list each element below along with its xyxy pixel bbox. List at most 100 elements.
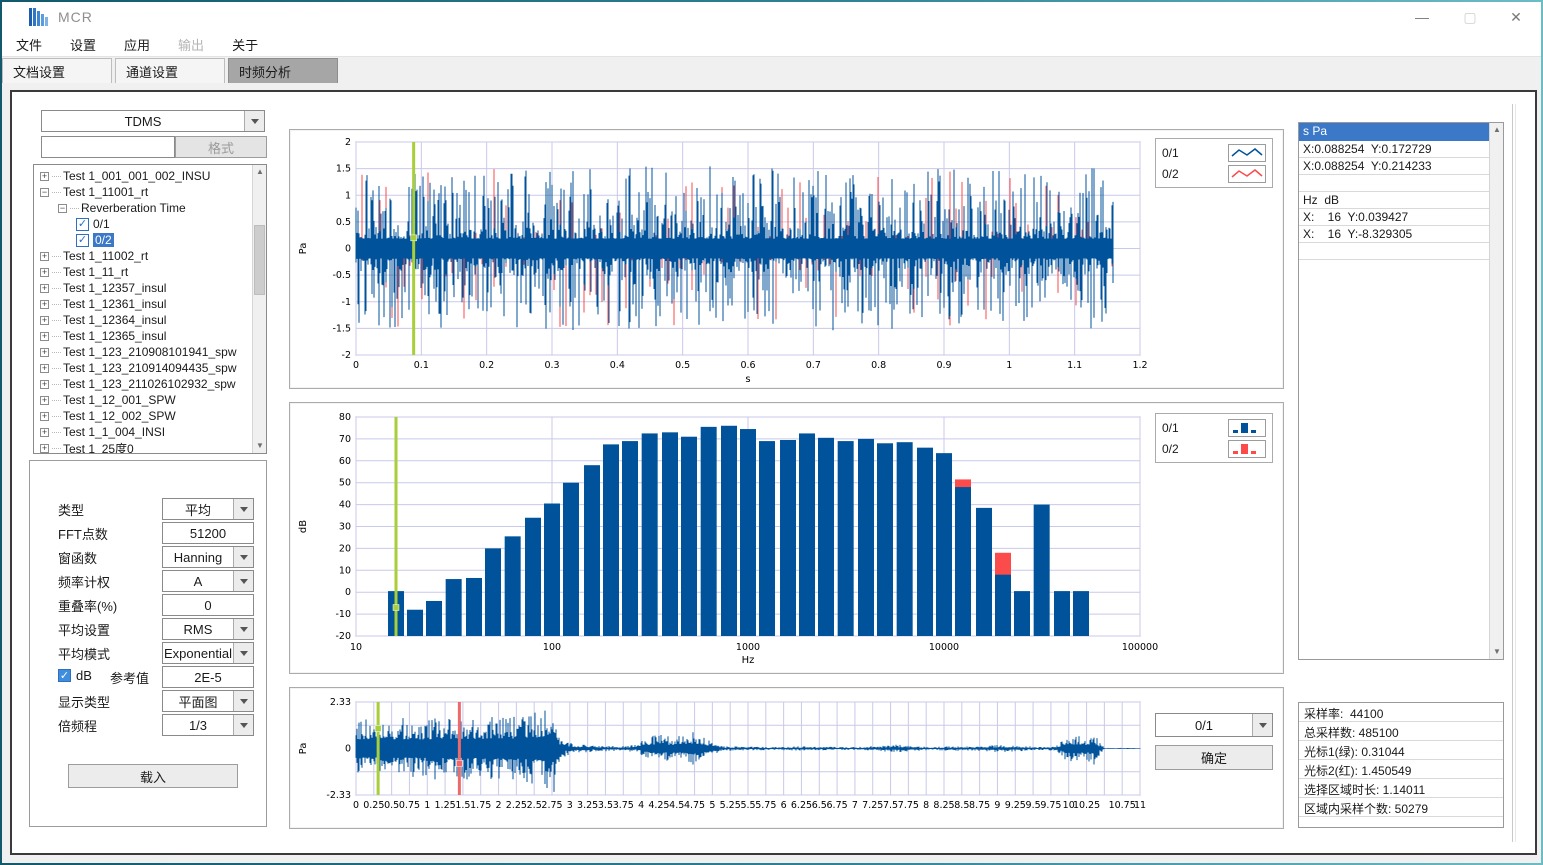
minimize-button[interactable]: — (1399, 2, 1445, 32)
tree-item-label: Test 1_123_211026102932_spw (63, 377, 236, 391)
cursor-panel-scrollbar[interactable]: ▲ ▼ (1489, 123, 1503, 659)
field-select[interactable]: 平均 (162, 498, 254, 520)
tab[interactable]: 通道设置 (115, 58, 225, 83)
tree-item[interactable]: +Test 1_123_210908101941_spw (36, 344, 251, 360)
tree-item[interactable]: ✓0/1 (36, 216, 251, 232)
expand-icon[interactable]: + (40, 284, 49, 293)
tree-item[interactable]: + Test 1_11002_rt (36, 248, 251, 264)
expand-icon[interactable]: + (40, 412, 49, 421)
chevron-down-icon[interactable] (233, 571, 253, 591)
scroll-up-icon[interactable]: ▲ (1490, 123, 1504, 137)
field-select[interactable]: Hanning (162, 546, 254, 568)
field-select[interactable]: 1/3 (162, 714, 254, 736)
expand-icon[interactable]: + (40, 380, 49, 389)
tree-item[interactable]: −Reverberation Time (36, 200, 251, 216)
time-waveform-chart[interactable]: 21.510.50-0.5-1-1.5-200.10.20.30.40.50.6… (289, 129, 1284, 389)
tab-bar: 文档设置通道设置时频分析 (2, 58, 1541, 83)
tree-item[interactable]: +Test 1_001_001_002_INSU (36, 168, 251, 184)
tree-scrollbar[interactable]: ▲ ▼ (252, 165, 266, 453)
tree-item[interactable]: +Test 1_12365_insul (36, 328, 251, 344)
svg-text:0.4: 0.4 (610, 360, 625, 371)
scroll-down-icon[interactable]: ▼ (1490, 645, 1504, 659)
tree-item[interactable]: +Test 1_12_001_SPW (36, 392, 251, 408)
panel-divider (1512, 104, 1516, 842)
cursor-panel-header[interactable]: s Pa (1299, 123, 1503, 141)
svg-text:1.25: 1.25 (435, 800, 456, 811)
chevron-down-icon[interactable] (233, 499, 253, 519)
expand-icon[interactable]: + (40, 300, 49, 309)
checkbox[interactable]: ✓ (76, 218, 89, 231)
field-select[interactable]: A (162, 570, 254, 592)
format-button[interactable]: 格式 (175, 136, 267, 158)
menu-item[interactable]: 设置 (56, 32, 110, 56)
scroll-up-icon[interactable]: ▲ (253, 165, 267, 179)
chevron-down-icon[interactable] (244, 111, 264, 131)
expand-icon[interactable]: + (40, 428, 49, 437)
overview-waveform-chart[interactable]: 2.330-2.3300.250.50.7511.251.51.7522.252… (289, 687, 1284, 829)
tree-item[interactable]: +Test 1_123_210914094435_spw (36, 360, 251, 376)
tree-item[interactable]: +Test 1_12357_insul (36, 280, 251, 296)
tree-item[interactable]: +Test 1_25度0 (36, 440, 251, 454)
tree-item[interactable]: +Test 1_12_002_SPW (36, 408, 251, 424)
svg-text:1.75: 1.75 (470, 800, 491, 811)
tab[interactable]: 文档设置 (2, 58, 112, 83)
chevron-down-icon[interactable] (233, 547, 253, 567)
tree-item[interactable]: +Test 1_12361_insul (36, 296, 251, 312)
tree-item[interactable]: −Test 1_11001_rt (36, 184, 251, 200)
tree-item[interactable]: ✓0/2 (36, 232, 251, 248)
chevron-down-icon[interactable] (233, 715, 253, 735)
collapse-icon[interactable]: − (58, 204, 67, 213)
chevron-down-icon[interactable] (233, 619, 253, 639)
tree-item[interactable]: +Test 1_11_rt (36, 264, 251, 280)
tree-item[interactable]: + Test 1_123_211026102932_spw (36, 376, 251, 392)
field-select[interactable]: RMS (162, 618, 254, 640)
field-select[interactable]: 平面图 (162, 690, 254, 712)
channel-select[interactable]: 0/1 (1155, 713, 1273, 737)
db-checkbox[interactable]: ✓ (58, 669, 71, 682)
chevron-down-icon[interactable] (233, 691, 253, 711)
svg-text:2.33: 2.33 (330, 697, 351, 708)
field-label: 倍频程 (58, 716, 97, 735)
legend-entry[interactable]: 0/2 (1162, 438, 1266, 459)
tab[interactable]: 时频分析 (228, 58, 338, 83)
maximize-button[interactable]: ▢ (1447, 2, 1493, 32)
expand-icon[interactable]: + (40, 268, 49, 277)
close-button[interactable]: ✕ (1493, 2, 1539, 32)
expand-icon[interactable]: + (40, 316, 49, 325)
app-logo-icon (28, 6, 50, 28)
field-select[interactable]: Exponential (162, 642, 254, 664)
tree-scroll-thumb[interactable] (254, 225, 265, 295)
svg-text:10.25: 10.25 (1073, 800, 1100, 811)
collapse-icon[interactable]: − (40, 188, 49, 197)
confirm-button[interactable]: 确定 (1155, 745, 1273, 770)
tree-item[interactable]: +Test 1_1_004_INSI (36, 424, 251, 440)
load-button[interactable]: 载入 (68, 764, 238, 788)
chevron-down-icon[interactable] (233, 643, 253, 663)
octave-spectrum-chart[interactable]: 80706050403020100-10-2010100100010000100… (289, 402, 1284, 674)
expand-icon[interactable]: + (40, 332, 49, 341)
tree-item-label: Test 1_11002_rt (63, 249, 148, 263)
scroll-down-icon[interactable]: ▼ (253, 439, 267, 453)
legend-entry[interactable]: 0/2 (1162, 163, 1266, 184)
expand-icon[interactable]: + (40, 364, 49, 373)
expand-icon[interactable]: + (40, 444, 49, 453)
menu-item[interactable]: 应用 (110, 32, 164, 56)
menu-item[interactable]: 关于 (218, 32, 272, 56)
checkbox[interactable]: ✓ (76, 234, 89, 247)
legend-entry[interactable]: 0/1 (1162, 142, 1266, 163)
expand-icon[interactable]: + (40, 396, 49, 405)
legend-entry[interactable]: 0/1 (1162, 417, 1266, 438)
expand-icon[interactable]: + (40, 172, 49, 181)
format-input[interactable] (41, 136, 175, 158)
menu-item[interactable]: 文件 (2, 32, 56, 56)
field-input[interactable]: 0 (162, 594, 254, 616)
format-type-select[interactable]: TDMS (41, 110, 265, 132)
field-input[interactable]: 51200 (162, 522, 254, 544)
field-input-value: 51200 (190, 526, 226, 541)
field-input-value: 0 (204, 598, 211, 613)
expand-icon[interactable]: + (40, 348, 49, 357)
chevron-down-icon[interactable] (1252, 714, 1272, 736)
field-input[interactable]: 2E-5 (162, 666, 254, 688)
tree-item[interactable]: +Test 1_12364_insul (36, 312, 251, 328)
expand-icon[interactable]: + (40, 252, 49, 261)
